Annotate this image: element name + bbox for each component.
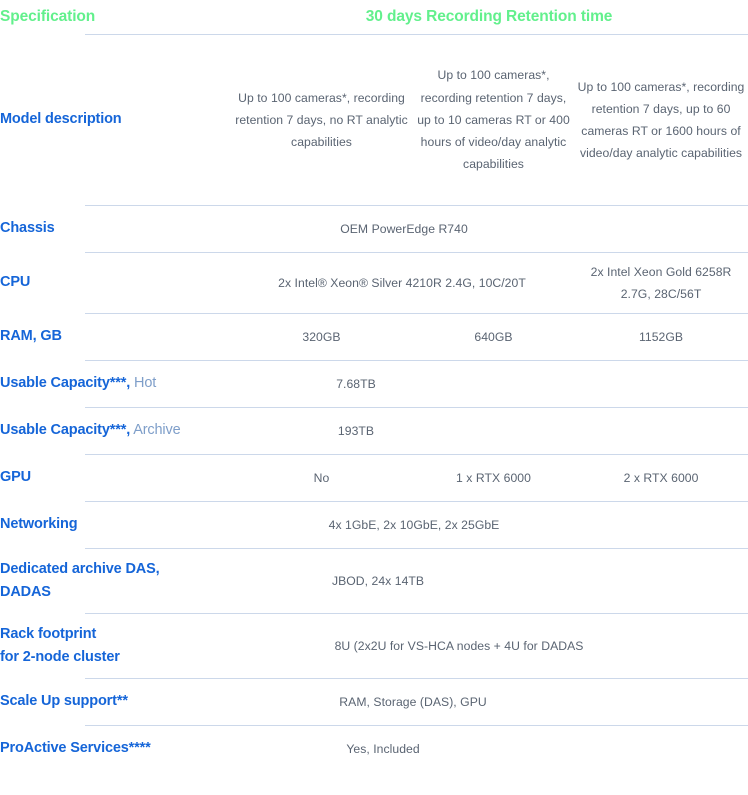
rack-footprint-label-line2: for 2-node cluster xyxy=(0,649,120,665)
table-row-rack-footprint: Rack footprint for 2-node cluster 8U (2x2… xyxy=(0,614,748,678)
cell-rack-footprint-value: 8U (2x2U for VS-HCA nodes + 4U for DADAS xyxy=(334,638,584,653)
cell-ram-col1: 320GB xyxy=(302,329,341,344)
table-row-scale-up-support: Scale Up support** RAM, Storage (DAS), G… xyxy=(0,679,748,725)
specification-comparison-table: Specification 30 days Recording Retentio… xyxy=(0,0,748,772)
cell-ram-col2: 640GB xyxy=(474,329,513,344)
usable-capacity-archive-bold: Usable Capacity***, xyxy=(0,422,131,439)
usable-capacity-archive-sub: Archive xyxy=(130,422,181,439)
cell-gpu-col2: 1 x RTX 6000 xyxy=(456,470,531,485)
row-label-ram: RAM, GB xyxy=(0,328,62,345)
cell-gpu-col3: 2 x RTX 6000 xyxy=(623,470,699,485)
cell-model-description-col2: Up to 100 cameras*, recording retention … xyxy=(417,68,570,172)
row-label-dedicated-archive-das: Dedicated archive DAS, DADAS xyxy=(0,549,230,613)
row-label-usable-capacity-hot: Usable Capacity***, Hot xyxy=(0,361,230,407)
header-specification: Specification xyxy=(0,8,96,25)
cell-chassis-value: OEM PowerEdge R740 xyxy=(340,221,468,236)
usable-capacity-hot-bold: Usable Capacity***, xyxy=(0,375,131,392)
row-label-chassis: Chassis xyxy=(0,220,55,237)
table-row-gpu: GPU No 1 x RTX 6000 2 x RTX 6000 xyxy=(0,455,748,501)
row-label-gpu: GPU xyxy=(0,469,31,486)
row-label-scale-up-support: Scale Up support** xyxy=(0,693,128,710)
cell-ram-col3: 1152GB xyxy=(638,329,684,344)
table-row-cpu: CPU 2x Intel® Xeon® Silver 4210R 2.4G, 1… xyxy=(0,253,748,313)
row-label-rack-footprint: Rack footprint for 2-node cluster xyxy=(0,614,230,678)
table-row-proactive-services: ProActive Services**** Yes, Included xyxy=(0,726,748,772)
table-row-dedicated-archive-das: Dedicated archive DAS, DADAS JBOD, 24x 14… xyxy=(0,549,748,613)
cell-cpu-col12: 2x Intel® Xeon® Silver 4210R 2.4G, 10C/2… xyxy=(278,275,526,290)
cell-dedicated-archive-das-value: JBOD, 24x 14TB xyxy=(331,573,425,588)
table-row-usable-capacity-archive: Usable Capacity***, Archive 193TB xyxy=(0,408,748,454)
cell-proactive-services-value: Yes, Included xyxy=(346,741,420,756)
header-retention-time: 30 days Recording Retention time xyxy=(365,8,613,25)
row-label-proactive-services: ProActive Services**** xyxy=(0,740,151,757)
table-row-networking: Networking 4x 1GbE, 2x 10GbE, 2x 25GbE xyxy=(0,502,748,548)
cell-gpu-col1: No xyxy=(313,470,330,485)
cell-usable-capacity-archive-value: 193TB xyxy=(337,423,375,438)
rack-footprint-label-line1: Rack footprint xyxy=(0,625,97,642)
row-label-cpu: CPU xyxy=(0,274,31,291)
table-row-model-description: Model description Up to 100 cameras*, re… xyxy=(0,35,748,205)
table-row-ram: RAM, GB 320GB 640GB 1152GB xyxy=(0,314,748,360)
cell-model-description-col1: Up to 100 cameras*, recording retention … xyxy=(235,90,408,150)
cell-networking-value: 4x 1GbE, 2x 10GbE, 2x 25GbE xyxy=(328,517,500,532)
row-label-usable-capacity-archive: Usable Capacity***, Archive xyxy=(0,408,230,454)
row-label-networking: Networking xyxy=(0,516,78,533)
table-header-row: Specification 30 days Recording Retentio… xyxy=(0,0,748,34)
cell-scale-up-support-value: RAM, Storage (DAS), GPU xyxy=(339,694,487,709)
table-row-chassis: Chassis OEM PowerEdge R740 xyxy=(0,206,748,252)
table-row-usable-capacity-hot: Usable Capacity***, Hot 7.68TB xyxy=(0,361,748,407)
cell-usable-capacity-hot-value: 7.68TB xyxy=(336,376,376,391)
dadas-label-line1: Dedicated archive DAS, xyxy=(0,560,160,577)
row-label-model-description: Model description xyxy=(0,111,122,128)
dadas-label-line2: DADAS xyxy=(0,584,51,600)
cell-cpu-col3: 2x Intel Xeon Gold 6258R 2.7G, 28C/56T xyxy=(590,264,732,301)
usable-capacity-hot-sub: Hot xyxy=(130,375,157,392)
cell-model-description-col3: Up to 100 cameras*, recording retention … xyxy=(577,79,745,161)
